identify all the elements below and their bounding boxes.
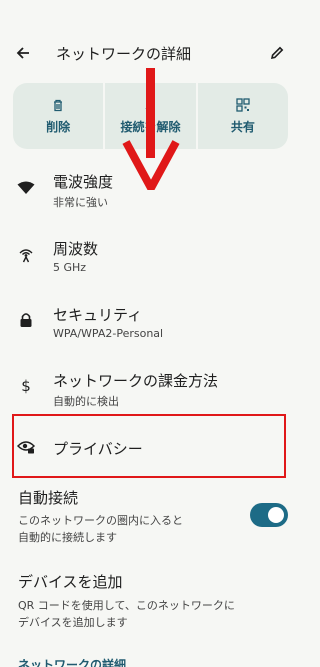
top-app-bar: ネットワークの詳細: [0, 30, 300, 76]
lock-icon: [16, 310, 36, 330]
toggle-knob: [268, 507, 284, 523]
metered-item[interactable]: $ ネットワークの課金方法 自動的に検出: [0, 369, 300, 419]
signal-strength-value: 非常に強い: [53, 196, 108, 209]
add-device-desc-1: QR コードを使用して、このネットワークに: [18, 599, 235, 612]
edit-button[interactable]: [264, 40, 290, 66]
metered-title: ネットワークの課金方法: [53, 372, 219, 390]
privacy-item[interactable]: プライバシー: [0, 430, 300, 466]
back-button[interactable]: [10, 40, 36, 66]
security-item: セキュリティ WPA/WPA2-Personal: [0, 303, 300, 353]
privacy-title: プライバシー: [53, 440, 143, 458]
action-buttons-row: 削除 接続を解除 共有: [13, 83, 288, 149]
pencil-icon: [270, 46, 284, 60]
add-device-desc-2: デバイスを追加します: [18, 616, 128, 629]
disconnect-button-label: 接続を解除: [120, 119, 181, 134]
page-title: ネットワークの詳細: [56, 45, 192, 63]
forget-button-label: 削除: [46, 119, 71, 134]
share-button[interactable]: 共有: [197, 83, 288, 149]
disconnect-button[interactable]: 接続を解除: [105, 83, 196, 149]
auto-connect-desc-1: このネットワークの圏内に入ると: [18, 514, 183, 527]
section-header-network-details: ネットワークの詳細: [18, 658, 127, 667]
dollar-icon: $: [21, 377, 31, 395]
privacy-eye-icon: [16, 437, 36, 457]
signal-strength-title: 電波強度: [53, 173, 114, 191]
security-value: WPA/WPA2-Personal: [53, 327, 164, 340]
disconnect-icon: [145, 100, 155, 109]
auto-connect-title: 自動接続: [18, 489, 79, 507]
antenna-icon: [16, 244, 36, 264]
back-arrow-icon: [16, 47, 29, 59]
metered-value: 自動的に検出: [53, 395, 119, 408]
auto-connect-desc-2: 自動的に接続します: [18, 531, 117, 544]
frequency-value: 5 GHz: [53, 261, 87, 274]
trash-icon: [54, 99, 63, 111]
qr-code-icon: [236, 97, 250, 112]
signal-strength-item: 電波強度 非常に強い: [0, 170, 300, 220]
frequency-title: 周波数: [53, 240, 99, 258]
frequency-item: 周波数 5 GHz: [0, 237, 300, 287]
forget-button[interactable]: 削除: [13, 83, 104, 149]
security-title: セキュリティ: [53, 306, 143, 324]
auto-connect-toggle[interactable]: [250, 503, 288, 527]
add-device-title[interactable]: デバイスを追加: [18, 571, 123, 592]
share-button-label: 共有: [230, 119, 255, 134]
wifi-signal-icon: [16, 178, 36, 198]
